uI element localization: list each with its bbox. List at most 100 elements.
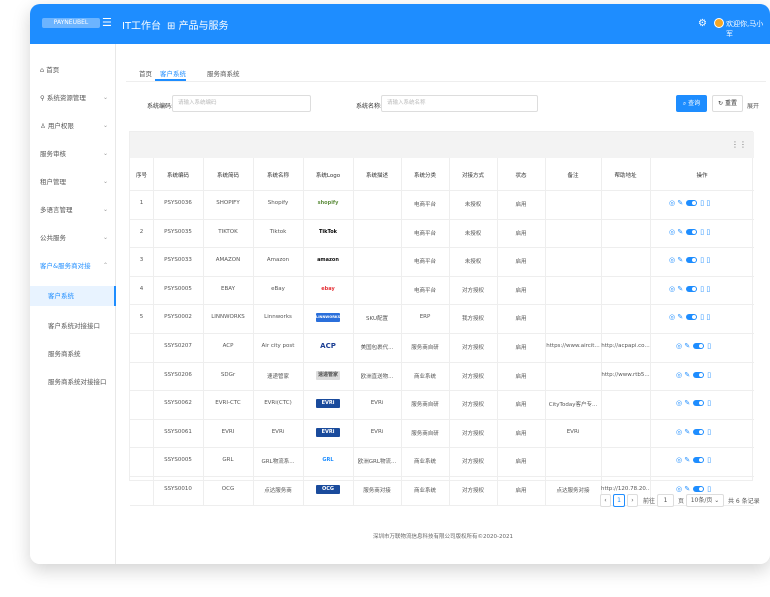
avatar[interactable] (714, 18, 724, 28)
view-icon[interactable]: ◎ (669, 228, 675, 236)
status-toggle[interactable] (686, 228, 698, 235)
sidebar-item-integration[interactable]: 客户&服务商对接 ⌃ (30, 256, 116, 276)
prev-page-button[interactable]: ‹ (600, 494, 611, 507)
system-code-input[interactable]: 请输入系统编码 (172, 95, 311, 112)
query-button[interactable]: ⌕ 查询 (676, 95, 707, 112)
grid-line (497, 158, 498, 505)
page-size-select[interactable]: 10条/页 ⌄ (686, 494, 724, 507)
tab-customer-systems[interactable]: 客户系统 (160, 68, 186, 78)
system-logo: shopify (316, 199, 340, 208)
goto-page-input[interactable]: 1 (657, 494, 674, 507)
document-icon[interactable]: ▯ (700, 313, 704, 321)
sidebar-item-i18n[interactable]: 多语言管理 ⌄ (30, 200, 116, 220)
menu-toggle-icon[interactable]: ☰ (102, 16, 112, 29)
document-edit-icon[interactable]: ▯ (706, 256, 710, 264)
row-actions: ◎ ✎ ▯ ▯ (669, 256, 710, 264)
edit-icon[interactable]: ✎ (677, 313, 683, 321)
edit-icon[interactable]: ✎ (677, 228, 683, 236)
status-toggle[interactable] (693, 371, 705, 378)
document-edit-icon[interactable]: ▯ (706, 313, 710, 321)
edit-icon[interactable]: ✎ (677, 285, 683, 293)
tab-provider-systems[interactable]: 服务商系统 (207, 68, 240, 78)
sidebar-item-home[interactable]: ⌂ 首页 (30, 60, 116, 80)
brand-logo[interactable]: PAYNEUBEL (42, 18, 100, 28)
document-icon[interactable]: ▯ (707, 371, 711, 379)
document-icon[interactable]: ▯ (707, 485, 711, 493)
view-icon[interactable]: ◎ (669, 285, 675, 293)
reset-button[interactable]: ↻ 重置 (712, 95, 743, 112)
document-icon[interactable]: ▯ (700, 285, 704, 293)
status-toggle[interactable] (686, 200, 698, 206)
next-page-button[interactable]: › (627, 494, 638, 507)
welcome-text[interactable]: 欢迎你,马小军 (726, 19, 770, 39)
document-icon[interactable]: ▯ (700, 228, 704, 236)
sidebar-item-resources[interactable]: ⚲ 系统资源管理 ⌄ (30, 88, 116, 108)
view-icon[interactable]: ◎ (676, 456, 682, 464)
status-toggle[interactable] (686, 314, 698, 321)
row-actions: ◎ ✎ ▯ ▯ (669, 199, 710, 207)
view-icon[interactable]: ◎ (676, 342, 682, 350)
sidebar-item-audit[interactable]: 服务审核 ⌄ (30, 144, 116, 164)
page-number[interactable]: 1 (613, 494, 625, 507)
document-icon[interactable]: ▯ (700, 256, 704, 264)
sidebar-item-customer-systems[interactable]: 客户系统 (30, 286, 116, 306)
view-icon[interactable]: ◎ (676, 428, 682, 436)
sidebar-item-permissions[interactable]: ♙ 用户权限 ⌄ (30, 116, 116, 136)
status-toggle[interactable] (693, 457, 705, 464)
table-cell-help: http://120.78.20... (601, 486, 650, 492)
edit-icon[interactable]: ✎ (684, 371, 690, 379)
status-toggle[interactable] (693, 428, 705, 435)
tab-home[interactable]: 首页 (139, 68, 152, 78)
status-toggle[interactable] (693, 343, 705, 349)
view-icon[interactable]: ◎ (669, 199, 675, 207)
status-toggle[interactable] (693, 486, 705, 492)
view-icon[interactable]: ◎ (676, 399, 682, 407)
document-edit-icon[interactable]: ▯ (706, 199, 710, 207)
table-cell-status: 启用 (515, 373, 527, 380)
system-name-input[interactable]: 请输入系统名称 (381, 95, 538, 112)
table-cell-desc: 欧洲直送物... (360, 373, 394, 380)
nav-products[interactable]: ⊞ 产品与服务 (167, 17, 229, 32)
edit-icon[interactable]: ✎ (677, 199, 683, 207)
column-header: 帮助地址 (614, 173, 637, 179)
sidebar-item-customer-interfaces[interactable]: 客户系统对接接口 (30, 316, 116, 336)
column-settings-icon[interactable]: ⋮⋮ (731, 140, 747, 149)
edit-icon[interactable]: ✎ (684, 456, 690, 464)
document-icon[interactable]: ▯ (700, 199, 704, 207)
document-icon[interactable]: ▯ (707, 456, 711, 464)
view-icon[interactable]: ◎ (669, 313, 675, 321)
document-icon[interactable]: ▯ (707, 399, 711, 407)
nav-it-workbench[interactable]: IT工作台 (122, 17, 161, 32)
settings-icon[interactable]: ⚙ (698, 18, 707, 29)
view-icon[interactable]: ◎ (676, 371, 682, 379)
edit-icon[interactable]: ✎ (684, 342, 690, 350)
edit-icon[interactable]: ✎ (677, 256, 683, 264)
document-icon[interactable]: ▯ (707, 428, 711, 436)
view-icon[interactable]: ◎ (676, 485, 682, 493)
status-toggle[interactable] (686, 285, 698, 292)
document-icon[interactable]: ▯ (707, 342, 711, 350)
table-cell-status: 启用 (515, 230, 527, 237)
sidebar-item-provider-systems[interactable]: 服务商系统 (30, 344, 116, 364)
table-cell-status: 启用 (515, 287, 527, 294)
status-toggle[interactable] (693, 400, 705, 407)
sidebar-item-tenants[interactable]: 租户管理 ⌄ (30, 172, 116, 192)
document-edit-icon[interactable]: ▯ (706, 285, 710, 293)
table-cell-status: 启用 (515, 459, 527, 466)
sidebar-item-public[interactable]: 公共服务 ⌄ (30, 228, 116, 248)
document-edit-icon[interactable]: ▯ (706, 228, 710, 236)
edit-icon[interactable]: ✎ (684, 485, 690, 493)
chevron-up-icon: ⌃ (102, 262, 108, 269)
table-cell-note: CityToday客户专... (548, 402, 598, 409)
edit-icon[interactable]: ✎ (684, 428, 690, 436)
expand-link[interactable]: 展开 (747, 101, 759, 110)
view-icon[interactable]: ◎ (669, 256, 675, 264)
system-logo: EVRi (316, 427, 340, 437)
system-logo: GRL (316, 456, 340, 466)
chevron-down-icon: ⌄ (102, 122, 108, 129)
grid-icon: ⊞ (167, 21, 179, 32)
edit-icon[interactable]: ✎ (684, 399, 690, 407)
status-toggle[interactable] (686, 257, 698, 264)
sidebar-item-provider-interfaces[interactable]: 服务商系统对接接口 (30, 372, 116, 392)
sidebar-item-label: 服务商系统对接接口 (48, 378, 107, 386)
